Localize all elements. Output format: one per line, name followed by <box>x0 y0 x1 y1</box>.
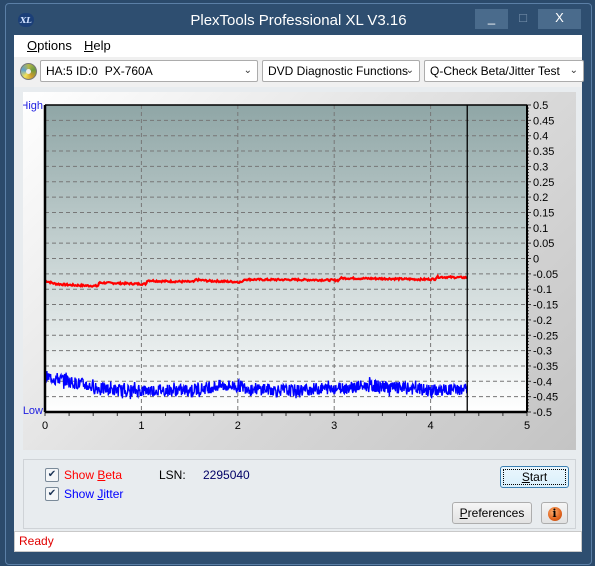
y-tick-label: -0.1 <box>533 284 552 296</box>
y-tick-label: 0.5 <box>533 100 548 112</box>
x-tick-label: 0 <box>42 420 48 432</box>
button-accel: P <box>459 506 468 520</box>
y-tick-label: 0.45 <box>533 115 554 127</box>
test-select-value: Q-Check Beta/Jitter Test <box>430 64 560 78</box>
y-tick-label: -0.25 <box>533 330 558 342</box>
client-area: 0 1 2 3 4 5 0.5 0.45 0.4 0.35 0.3 0.25 0.2 0.15 0.1 0.0… <box>14 87 582 531</box>
y-tick-label: 0.15 <box>533 207 554 219</box>
status-bar: Ready <box>14 531 582 552</box>
show-beta-label[interactable]: Show Beta <box>64 468 122 482</box>
show-beta-checkbox[interactable]: ✔ <box>45 468 59 482</box>
y-tick-label: -0.3 <box>533 346 552 358</box>
label-text: Show <box>64 487 98 501</box>
close-button[interactable]: X <box>538 9 581 29</box>
y-tick-label: 0.35 <box>533 146 554 158</box>
check-icon: ✔ <box>47 469 57 480</box>
toolbar: HA:5 ID:0 PX-760A ⌄ DVD Diagnostic Funct… <box>14 57 584 87</box>
menu-label-rest: elp <box>93 38 111 53</box>
y-tick-label: 0.4 <box>533 131 548 143</box>
info-button[interactable]: i <box>541 502 568 524</box>
high-label: High <box>23 100 43 112</box>
options-panel: ✔ Show Beta ✔ Show Jitter LSN: 2295040 S… <box>23 459 576 529</box>
show-jitter-label[interactable]: Show Jitter <box>64 487 123 501</box>
y-tick-label: -0.2 <box>533 315 552 327</box>
y-tick-label: 0.1 <box>533 223 548 235</box>
disc-icon <box>20 63 37 80</box>
test-select[interactable]: Q-Check Beta/Jitter Test ⌄ <box>424 60 584 82</box>
check-icon: ✔ <box>47 488 57 499</box>
label-text: eta <box>105 468 123 482</box>
lsn-label: LSN: <box>159 468 186 482</box>
y-tick-label: -0.35 <box>533 361 558 373</box>
start-button[interactable]: Start <box>500 466 569 488</box>
menu-accel: H <box>84 38 94 53</box>
lsn-value: 2295040 <box>203 468 250 482</box>
low-label: Low <box>23 405 43 417</box>
preferences-button[interactable]: Preferences <box>452 502 532 524</box>
label-text: Show <box>64 468 98 482</box>
y-tick-label: 0.25 <box>533 177 554 189</box>
chevron-down-icon: ⌄ <box>243 65 252 76</box>
drive-select-value: HA:5 ID:0 PX-760A <box>46 64 153 78</box>
x-tick-label: 4 <box>428 420 434 432</box>
maximize-button[interactable]: □ <box>508 9 538 29</box>
show-jitter-checkbox[interactable]: ✔ <box>45 487 59 501</box>
y-tick-label: 0.2 <box>533 192 548 204</box>
button-label: references <box>467 506 525 520</box>
info-icon: i <box>547 507 562 521</box>
menu-help[interactable]: Help <box>84 38 111 53</box>
y-tick-label: 0 <box>533 254 539 266</box>
x-tick-label: 3 <box>331 420 337 432</box>
y-tick-label: 0.05 <box>533 238 554 250</box>
chevron-down-icon: ⌄ <box>569 65 578 76</box>
focus-rect <box>503 469 566 485</box>
minimize-button[interactable]: _ <box>475 9 508 29</box>
app-window: XL PlexTools Professional XL V3.16 _ □ X… <box>5 3 592 565</box>
title-bar[interactable]: XL PlexTools Professional XL V3.16 _ □ X <box>6 4 591 35</box>
y-tick-label: -0.4 <box>533 376 552 388</box>
drive-select[interactable]: HA:5 ID:0 PX-760A ⌄ <box>40 60 258 82</box>
function-select-value: DVD Diagnostic Functions <box>268 64 409 78</box>
menu-accel: O <box>27 38 38 53</box>
chevron-down-icon: ⌄ <box>405 65 414 76</box>
y-tick-label: -0.05 <box>533 269 558 281</box>
label-text: itter <box>103 487 124 501</box>
menu-bar: Options Help <box>14 35 582 57</box>
y-tick-label: -0.5 <box>533 407 552 419</box>
function-select[interactable]: DVD Diagnostic Functions ⌄ <box>262 60 420 82</box>
status-text: Ready <box>19 534 54 548</box>
y-tick-label: 0.3 <box>533 161 548 173</box>
x-tick-label: 1 <box>138 420 144 432</box>
x-tick-label: 2 <box>235 420 241 432</box>
y-tick-label: -0.45 <box>533 392 558 404</box>
y-tick-label: -0.15 <box>533 300 558 312</box>
beta-jitter-chart: 0 1 2 3 4 5 0.5 0.45 0.4 0.35 0.3 0.25 0.2 0.15 0.1 0.0… <box>23 100 558 432</box>
menu-label-rest: ptions <box>37 38 72 53</box>
x-tick-label: 5 <box>524 420 530 432</box>
chart-panel: 0 1 2 3 4 5 0.5 0.45 0.4 0.35 0.3 0.25 0.2 0.15 0.1 0.0… <box>23 92 576 450</box>
menu-options[interactable]: Options <box>27 38 72 53</box>
